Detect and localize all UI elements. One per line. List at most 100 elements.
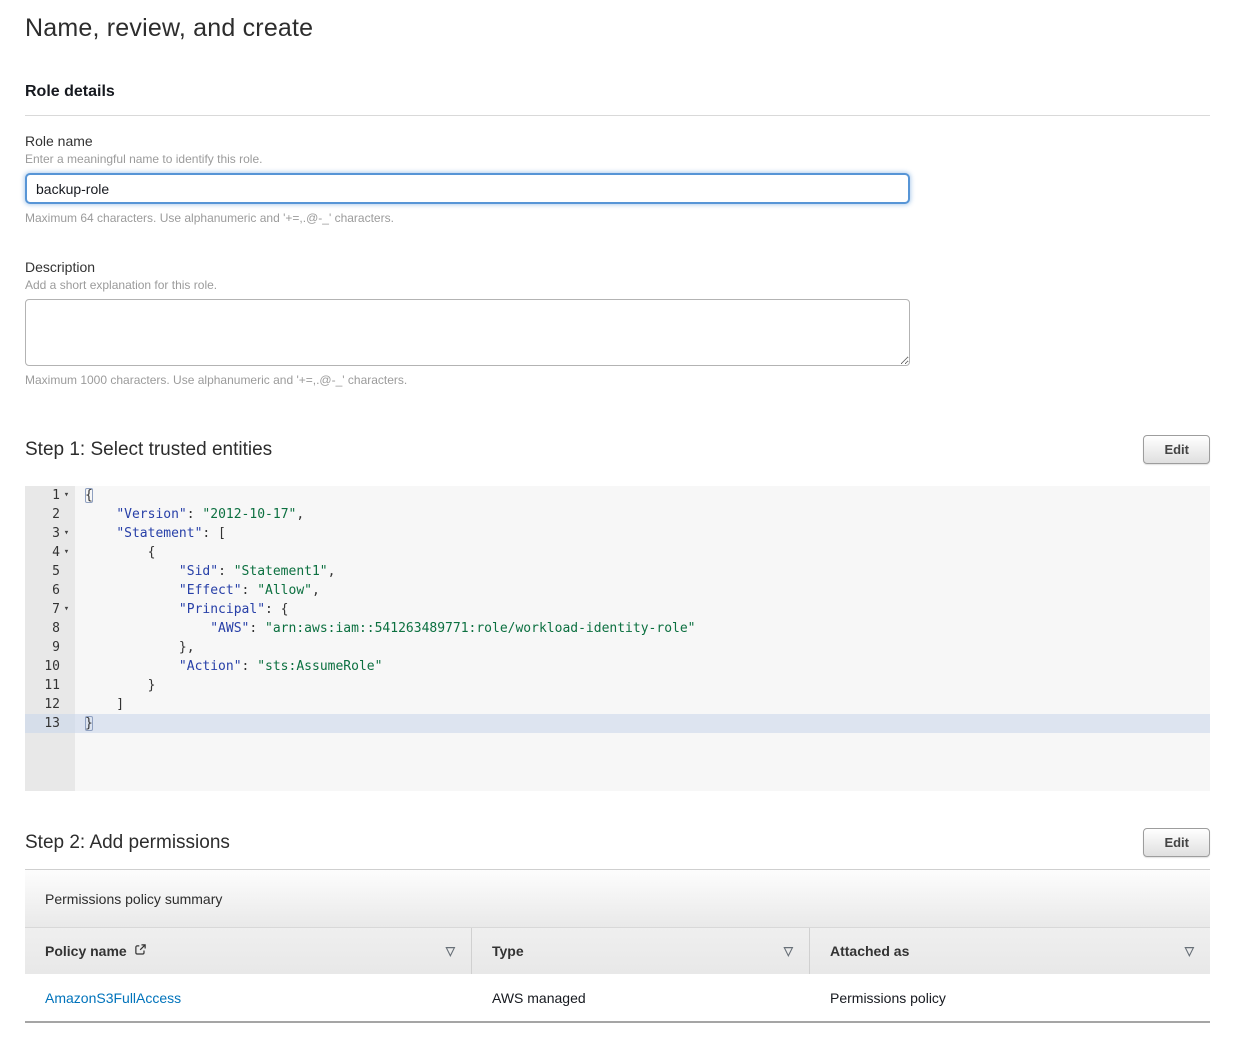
editor-code-area[interactable] — [75, 733, 1210, 791]
editor-code-line[interactable]: "AWS": "arn:aws:iam::541263489771:role/w… — [75, 619, 1210, 638]
filter-triangle-icon[interactable]: ▽ — [446, 944, 455, 958]
editor-code-line[interactable]: } — [75, 676, 1210, 695]
step1-edit-button[interactable]: Edit — [1143, 435, 1210, 464]
editor-gutter: 10 — [25, 657, 75, 676]
editor-gutter: 9 — [25, 638, 75, 657]
editor-code-line[interactable]: "Effect": "Allow", — [75, 581, 1210, 600]
code-token: : — [242, 659, 258, 674]
editor-code-line[interactable]: "Sid": "Statement1", — [75, 562, 1210, 581]
editor-line[interactable]: 5 "Sid": "Statement1", — [25, 562, 1210, 581]
role-name-help-text: Enter a meaningful name to identify this… — [25, 152, 1210, 166]
description-textarea[interactable] — [25, 299, 910, 366]
code-token: "AWS" — [210, 621, 249, 636]
code-token: , — [296, 507, 304, 522]
filter-triangle-icon[interactable]: ▽ — [784, 944, 793, 958]
code-token — [85, 583, 179, 598]
line-number: 4 — [52, 543, 60, 562]
code-token: "sts:AssumeRole" — [257, 659, 382, 674]
editor-line[interactable]: 2 "Version": "2012-10-17", — [25, 505, 1210, 524]
code-token: "Principal" — [179, 602, 265, 617]
code-token — [85, 621, 210, 636]
code-token: "Effect" — [179, 583, 242, 598]
permissions-table-header: Policy name ▽ Type ▽ Attached as ▽ — [25, 928, 1210, 974]
fold-toggle-icon[interactable]: ▾ — [60, 600, 73, 619]
editor-gutter: 8 — [25, 619, 75, 638]
policy-name-column-label: Policy name — [45, 943, 127, 959]
editor-code-line[interactable]: } — [75, 714, 1210, 733]
editor-line[interactable]: 10 "Action": "sts:AssumeRole" — [25, 657, 1210, 676]
editor-code-line[interactable]: { — [75, 486, 1210, 505]
editor-line[interactable]: 12 ] — [25, 695, 1210, 714]
code-token: : — [187, 507, 203, 522]
column-header-attached-as[interactable]: Attached as ▽ — [810, 928, 1210, 974]
code-token: "Action" — [179, 659, 242, 674]
editor-code-line[interactable]: "Version": "2012-10-17", — [75, 505, 1210, 524]
code-token: : — [242, 583, 258, 598]
column-header-type[interactable]: Type ▽ — [472, 928, 810, 974]
editor-gutter — [25, 733, 75, 791]
line-number: 8 — [52, 619, 60, 638]
editor-code-line[interactable]: { — [75, 543, 1210, 562]
editor-code-line[interactable]: }, — [75, 638, 1210, 657]
attached-as-cell: Permissions policy — [810, 990, 1210, 1006]
line-number: 9 — [52, 638, 60, 657]
editor-gutter: 1▾ — [25, 486, 75, 505]
role-details-heading: Role details — [25, 83, 1210, 101]
filter-triangle-icon[interactable]: ▽ — [1185, 944, 1194, 958]
editor-empty-area[interactable] — [25, 733, 1210, 791]
editor-line[interactable]: 9 }, — [25, 638, 1210, 657]
code-token — [85, 526, 116, 541]
code-token: }, — [85, 640, 195, 655]
step2-heading: Step 2: Add permissions — [25, 832, 230, 854]
step1-header-row: Step 1: Select trusted entities Edit — [25, 435, 1210, 464]
line-number: 6 — [52, 581, 60, 600]
editor-line[interactable]: 7▾ "Principal": { — [25, 600, 1210, 619]
policy-name-cell: AmazonS3FullAccess — [25, 990, 472, 1006]
trust-policy-json-editor[interactable]: 1▾{2 "Version": "2012-10-17",3▾ "Stateme… — [25, 486, 1210, 791]
column-header-policy-name[interactable]: Policy name ▽ — [25, 928, 472, 974]
editor-line[interactable]: 6 "Effect": "Allow", — [25, 581, 1210, 600]
step2-edit-button[interactable]: Edit — [1143, 828, 1210, 857]
line-number: 1 — [52, 486, 60, 505]
code-token: : [ — [202, 526, 225, 541]
editor-code-line[interactable]: "Statement": [ — [75, 524, 1210, 543]
editor-code-line[interactable]: "Principal": { — [75, 600, 1210, 619]
description-constraint-text: Maximum 1000 characters. Use alphanumeri… — [25, 373, 1210, 387]
editor-line[interactable]: 3▾ "Statement": [ — [25, 524, 1210, 543]
fold-toggle-icon[interactable]: ▾ — [60, 543, 73, 562]
policy-type-cell: AWS managed — [472, 990, 810, 1006]
editor-code-line[interactable]: ] — [75, 695, 1210, 714]
policy-name-link[interactable]: AmazonS3FullAccess — [45, 990, 181, 1006]
editor-gutter: 3▾ — [25, 524, 75, 543]
editor-gutter: 7▾ — [25, 600, 75, 619]
fold-toggle-icon[interactable]: ▾ — [60, 524, 73, 543]
table-row: AmazonS3FullAccess AWS managed Permissio… — [25, 974, 1210, 1023]
editor-gutter: 11 — [25, 676, 75, 695]
step2-header-row: Step 2: Add permissions Edit — [25, 828, 1210, 857]
code-token: , — [312, 583, 320, 598]
fold-toggle-icon[interactable]: ▾ — [60, 486, 73, 505]
code-token: , — [328, 564, 336, 579]
matched-bracket: } — [85, 716, 93, 731]
permissions-panel-title: Permissions policy summary — [25, 870, 1210, 928]
line-number: 13 — [44, 714, 60, 733]
editor-active-line[interactable]: 13} — [25, 714, 1210, 733]
role-details-divider — [25, 115, 1210, 116]
editor-line[interactable]: 8 "AWS": "arn:aws:iam::541263489771:role… — [25, 619, 1210, 638]
editor-line[interactable]: 11 } — [25, 676, 1210, 695]
code-token: "Statement" — [116, 526, 202, 541]
role-name-input[interactable] — [25, 173, 910, 204]
role-name-field: Role name Enter a meaningful name to ide… — [25, 133, 1210, 225]
role-name-constraint-text: Maximum 64 characters. Use alphanumeric … — [25, 211, 1210, 225]
description-field: Description Add a short explanation for … — [25, 259, 1210, 387]
role-name-label: Role name — [25, 133, 1210, 149]
editor-line[interactable]: 1▾{ — [25, 486, 1210, 505]
editor-code-line[interactable]: "Action": "sts:AssumeRole" — [75, 657, 1210, 676]
editor-line[interactable]: 4▾ { — [25, 543, 1210, 562]
description-help-text: Add a short explanation for this role. — [25, 278, 1210, 292]
code-token: : { — [265, 602, 288, 617]
line-number: 7 — [52, 600, 60, 619]
code-token: : — [218, 564, 234, 579]
permissions-summary-panel: Permissions policy summary Policy name ▽… — [25, 869, 1210, 1023]
editor-gutter: 6 — [25, 581, 75, 600]
